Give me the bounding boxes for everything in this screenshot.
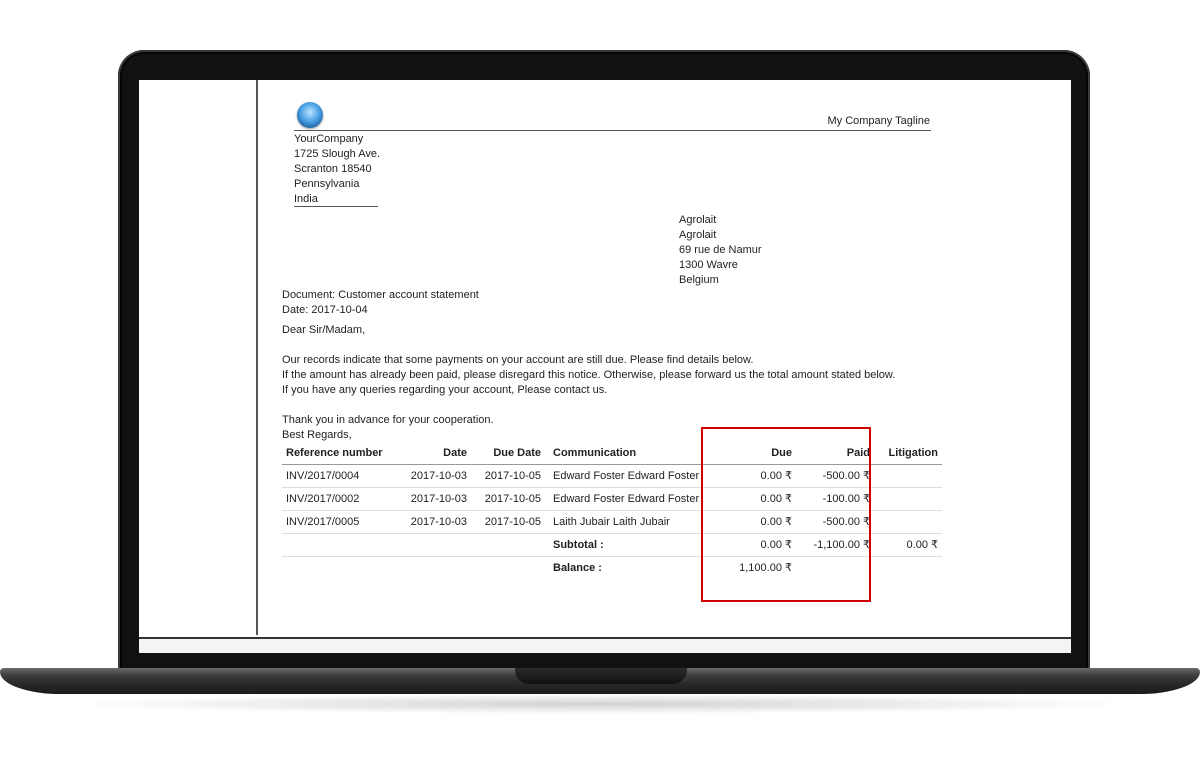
subtotal-label: Subtotal : (553, 538, 604, 551)
greeting: Dear Sir/Madam, (282, 324, 366, 336)
notice-body: Our records indicate that some payments … (282, 353, 895, 398)
partner-address-line: 69 rue de Namur (679, 244, 762, 256)
notice-line: If you have any queries regarding your a… (282, 384, 608, 396)
header-litigation: Litigation (888, 446, 939, 459)
header-reference: Reference number (286, 446, 383, 459)
header-communication: Communication (553, 446, 637, 459)
document-type: Document: Customer account statement (282, 289, 479, 301)
cell-litigation (874, 465, 942, 488)
cell-date: 2017-10-03 (410, 469, 467, 482)
cell-litigation (874, 511, 942, 534)
company-tagline: My Company Tagline (827, 115, 930, 127)
cell-due-date: 2017-10-05 (484, 515, 541, 528)
screen: My Company Tagline YourCompany 1725 Slou… (139, 80, 1071, 653)
cell-communication: Laith Jubair Laith Jubair (553, 515, 670, 528)
statement-document: My Company Tagline YourCompany 1725 Slou… (139, 80, 1071, 653)
cell-communication: Edward Foster Edward Foster (553, 469, 700, 482)
cell-litigation (874, 488, 942, 511)
closing: Thank you in advance for your cooperatio… (282, 413, 494, 443)
partner-address-line: 1300 Wavre (679, 259, 738, 271)
company-address-line: India (294, 193, 318, 205)
cell-date: 2017-10-03 (410, 515, 467, 528)
company-rule (294, 206, 378, 207)
laptop-notch (515, 668, 687, 684)
partner-address: Agrolait Agrolait 69 rue de Namur 1300 W… (679, 213, 762, 288)
cell-due-date: 2017-10-05 (484, 469, 541, 482)
cell-communication: Edward Foster Edward Foster (553, 492, 700, 505)
partner-address-line: Belgium (679, 274, 719, 286)
company-address-line: Pennsylvania (294, 178, 360, 190)
company-address-line: 1725 Slough Ave. (294, 148, 381, 160)
closing-line: Best Regards, (282, 429, 352, 441)
laptop-shadow (60, 694, 1140, 714)
due-paid-highlight-box (701, 427, 871, 602)
header-due-date: Due Date (493, 446, 541, 459)
document-info: Document: Customer account statement Dat… (282, 288, 479, 318)
balance-label: Balance : (553, 561, 602, 574)
cell-reference: INV/2017/0002 (286, 492, 360, 505)
subtotal-litigation: 0.00 ₹ (906, 538, 938, 551)
company-logo-icon (297, 102, 323, 128)
company-address-line: YourCompany (294, 133, 364, 145)
cell-reference: INV/2017/0005 (286, 515, 360, 528)
cell-due-date: 2017-10-05 (484, 492, 541, 505)
notice-line: If the amount has already been paid, ple… (282, 369, 896, 381)
cell-date: 2017-10-03 (410, 492, 467, 505)
partner-address-line: Agrolait (679, 214, 717, 226)
partner-address-line: Agrolait (679, 229, 717, 241)
closing-line: Thank you in advance for your cooperatio… (282, 414, 494, 426)
company-address: YourCompany 1725 Slough Ave. Scranton 18… (294, 132, 380, 207)
header-date: Date (443, 446, 467, 459)
company-address-line: Scranton 18540 (294, 163, 372, 175)
header-rule (294, 130, 931, 131)
document-date: Date: 2017-10-04 (282, 304, 368, 316)
notice-line: Our records indicate that some payments … (282, 354, 754, 366)
cell-reference: INV/2017/0004 (286, 469, 360, 482)
